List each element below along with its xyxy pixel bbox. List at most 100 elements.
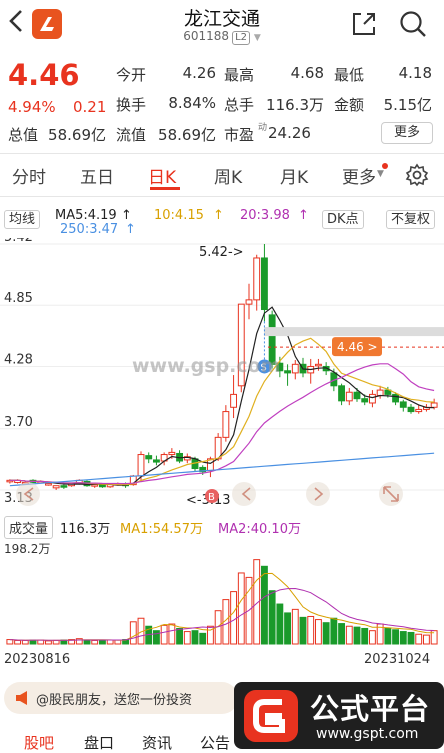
buy-marker-label: B xyxy=(208,492,215,503)
change-percent: 4.94% xyxy=(8,98,56,116)
volume-bar xyxy=(368,630,376,645)
volume-max-label: 198.2万 xyxy=(4,542,51,556)
candle-body xyxy=(353,391,361,400)
volume-bar xyxy=(322,622,330,645)
tab-more[interactable]: 更多 xyxy=(342,163,376,188)
volume-bar xyxy=(183,631,191,645)
candle-body xyxy=(52,485,60,489)
stock-code-text: 601188 xyxy=(183,29,230,43)
candle-body xyxy=(407,406,415,413)
ma10-arrow-icon: ↑ xyxy=(213,208,224,223)
volume-bar xyxy=(422,634,430,645)
float-label: 流值 xyxy=(116,126,147,144)
volume-bar xyxy=(399,631,407,645)
watermark-badge: 公式平台 www.gspt.com xyxy=(234,682,444,749)
candle-body xyxy=(60,485,68,488)
dk-label: DK点 xyxy=(322,210,364,229)
highlight-band xyxy=(264,327,444,337)
candle-body xyxy=(44,483,52,486)
watermark-mid: www.gsp.com xyxy=(132,355,281,377)
more-button[interactable]: 更多 xyxy=(381,122,433,144)
amount-value: 5.15亿 xyxy=(383,96,432,114)
y-tick-label: 3.70 xyxy=(4,415,33,430)
fq-button[interactable]: 不复权 xyxy=(386,208,436,229)
volume-bar xyxy=(237,572,245,645)
candle-body xyxy=(253,257,261,301)
candle-body xyxy=(399,401,407,408)
search-icon[interactable] xyxy=(398,9,428,43)
tab-pankou[interactable]: 盘口 xyxy=(84,732,114,753)
volume-bar xyxy=(284,612,292,645)
volume-bar xyxy=(299,616,307,645)
float-value: 58.69亿 xyxy=(158,126,216,144)
tab-news[interactable]: 资讯 xyxy=(142,732,172,753)
level-badge: L2 xyxy=(232,31,250,45)
volume-bar xyxy=(14,639,22,645)
ma250-arrow-icon: ↑ xyxy=(125,222,136,237)
tab-more-arrow-icon: ▼ xyxy=(377,169,384,179)
chevron-down-icon[interactable]: ▼ xyxy=(254,33,261,43)
volume-bar xyxy=(52,639,60,645)
ma-select[interactable]: 均线 xyxy=(4,208,41,229)
volume-total: 116.3万 xyxy=(60,522,111,537)
candle-body xyxy=(392,393,400,403)
volume-bar xyxy=(230,591,238,645)
quote-panel: 4.46 4.94% 0.21 今开 4.26 最高 4.68 最低 4.18 … xyxy=(0,58,444,152)
active-tab-indicator xyxy=(150,187,180,190)
volume-select[interactable]: 成交量 xyxy=(4,516,54,539)
volume-bar xyxy=(330,617,338,645)
amount-label: 金额 xyxy=(334,96,365,114)
turnover-label: 换手 xyxy=(116,96,147,114)
high-label: 最高 xyxy=(224,66,255,84)
candle-body xyxy=(91,484,99,487)
promo-banner[interactable]: @股民朋友，送您一份投资 xyxy=(4,682,238,714)
candle-body xyxy=(260,257,268,311)
nav-forward-icon-bg xyxy=(306,482,330,506)
dk-button[interactable]: DK点 xyxy=(322,208,364,229)
tab-five-day[interactable]: 五日 xyxy=(80,163,114,188)
tab-day-k[interactable]: 日K xyxy=(148,163,176,188)
ma20-line xyxy=(9,363,435,485)
ma10-value: 10:4.15 xyxy=(154,208,204,223)
pe-value: 24.26 xyxy=(268,124,311,142)
candle-body xyxy=(230,393,238,408)
tab-notice[interactable]: 公告 xyxy=(200,732,230,753)
volume-bar xyxy=(44,640,52,645)
candle-body xyxy=(168,451,176,456)
y-tick-label: 4.28 xyxy=(4,352,33,367)
volume-bar xyxy=(160,624,168,645)
open-label: 今开 xyxy=(116,66,147,84)
tab-week-k[interactable]: 周K xyxy=(214,163,242,188)
volume-bar xyxy=(106,639,114,645)
volume-bar xyxy=(307,615,315,645)
nav-prev-icon-bg xyxy=(16,482,40,506)
watermark-url: www.gspt.com xyxy=(316,726,419,742)
candle-body xyxy=(430,402,438,408)
tab-minute[interactable]: 分时 xyxy=(12,163,46,188)
volume-bar xyxy=(345,625,353,645)
candle-body xyxy=(415,408,423,413)
ma20-value: 20:3.98 xyxy=(240,208,290,223)
ma5-arrow-icon: ↑ xyxy=(121,208,132,223)
candle-body xyxy=(98,484,106,488)
divider xyxy=(0,153,444,154)
max-price-label: 5.42-> xyxy=(199,245,244,260)
volume-label: 总手 xyxy=(224,96,255,114)
price-tag-label: 4.46 > xyxy=(337,340,378,354)
tab-guba[interactable]: 股吧 xyxy=(24,732,54,753)
share-icon[interactable] xyxy=(350,10,378,42)
gear-icon[interactable] xyxy=(405,163,429,191)
volume-chart[interactable] xyxy=(0,538,444,646)
candle-body xyxy=(145,455,153,460)
tab-month-k[interactable]: 月K xyxy=(280,163,308,188)
volume-bar xyxy=(338,623,346,645)
candle-body xyxy=(137,454,145,477)
promo-text: @股民朋友，送您一份投资 xyxy=(36,693,193,708)
ma250-value: 250:3.47 xyxy=(60,222,119,237)
ma250-line xyxy=(9,452,435,487)
y-tick-label: 4.85 xyxy=(4,291,33,306)
candle-body xyxy=(222,411,230,438)
volume-bar xyxy=(6,639,14,645)
candle-body xyxy=(284,370,292,374)
pe-label: 市盈 xyxy=(224,126,255,144)
